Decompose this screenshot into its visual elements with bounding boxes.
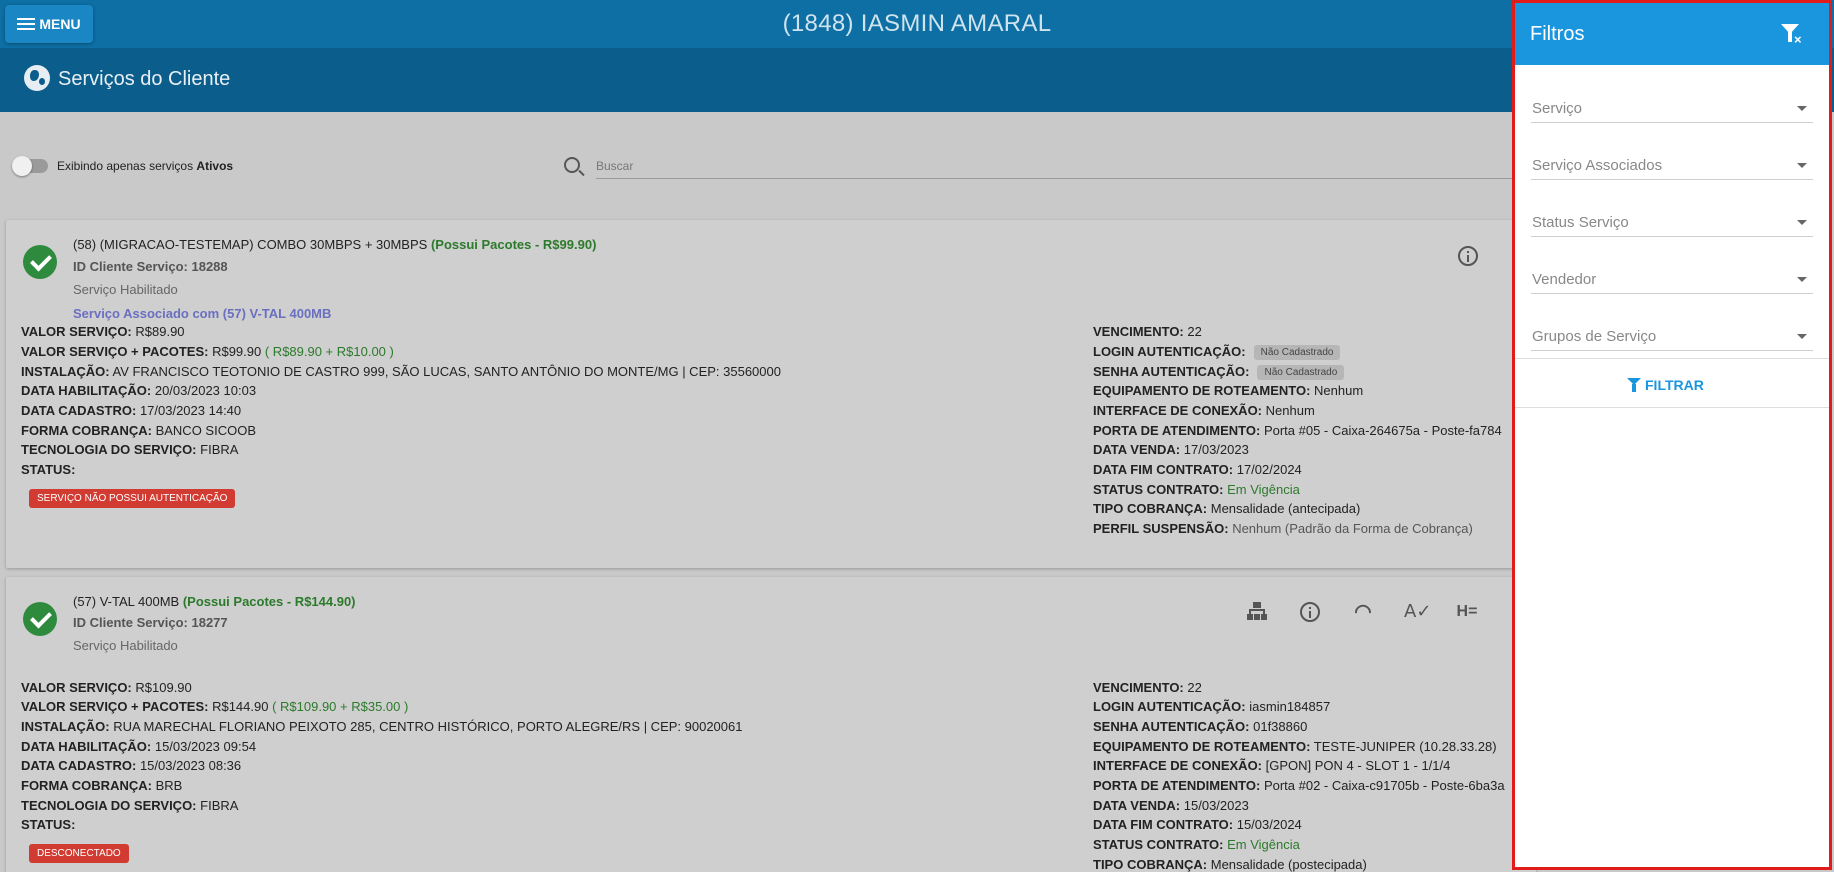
field-data-fim: DATA FIM CONTRATO: 17/02/2024 [1093,462,1302,477]
service-card: (57) V-TAL 400MB (Possui Pacotes - R$144… [6,577,1536,872]
heading-format-icon[interactable]: H= [1456,601,1478,623]
field-status: STATUS: [21,462,76,477]
field-data-habilitacao: DATA HABILITAÇÃO: 20/03/2023 10:03 [21,383,257,398]
field-login: LOGIN AUTENTICAÇÃO: Não Cadastrado [1093,344,1341,360]
check-circle-icon [23,602,57,636]
field-valor-servico: VALOR SERVIÇO: R$109.90 [21,680,192,695]
filter-panel-header: Filtros × [1515,3,1829,65]
field-interface: INTERFACE DE CONEXÃO: [GPON] PON 4 - SLO… [1093,758,1451,773]
field-equipamento: EQUIPAMENTO DE ROTEAMENTO: Nenhum [1093,383,1364,398]
service-card: (58) (MIGRACAO-TESTEMAP) COMBO 30MBPS + … [6,220,1536,568]
field-data-habilitacao: DATA HABILITAÇÃO: 15/03/2023 09:54 [21,739,257,754]
field-interface: INTERFACE DE CONEXÃO: Nenhum [1093,403,1315,418]
check-circle-icon [23,245,57,279]
field-valor-servico: VALOR SERVIÇO: R$89.90 [21,324,185,339]
field-forma-cobranca: FORMA COBRANÇA: BRB [21,778,183,793]
field-tipo-cobranca: TIPO COBRANÇA: Mensalidade (antecipada) [1093,501,1361,516]
info-icon[interactable] [1458,246,1478,266]
clear-filter-icon[interactable]: × [1779,22,1805,48]
select-servico-associados[interactable]: Serviço Associados [1531,148,1813,180]
field-porta: PORTA DE ATENDIMENTO: Porta #05 - Caixa-… [1093,423,1502,438]
toggle-label: Exibindo apenas serviços Ativos [57,159,234,173]
field-forma-cobranca: FORMA COBRANÇA: BANCO SICOOB [21,423,256,438]
field-data-venda: DATA VENDA: 15/03/2023 [1093,798,1249,813]
field-instalacao: INSTALAÇÃO: AV FRANCISCO TEOTONIO DE CAS… [21,364,781,379]
spellcheck-icon[interactable]: A✓ [1404,601,1431,623]
network-tree-icon[interactable] [1246,601,1268,623]
chevron-down-icon [1797,106,1807,111]
field-tecnologia: TECNOLOGIA DO SERVIÇO: FIBRA [21,442,239,457]
associated-service-link[interactable]: Serviço Associado com (57) V-TAL 400MB [73,306,331,321]
field-data-cadastro: DATA CADASTRO: 17/03/2023 14:40 [21,403,242,418]
chevron-down-icon [1797,334,1807,339]
field-tipo-cobranca: TIPO COBRANÇA: Mensalidade (postecipada) [1093,857,1367,872]
field-porta: PORTA DE ATENDIMENTO: Porta #02 - Caixa-… [1093,778,1505,793]
field-equipamento: EQUIPAMENTO DE ROTEAMENTO: TESTE-JUNIPER… [1093,739,1497,754]
field-data-venda: DATA VENDA: 17/03/2023 [1093,442,1249,457]
chevron-down-icon [1797,277,1807,282]
active-only-toggle[interactable] [12,156,48,176]
field-senha: SENHA AUTENTICAÇÃO: 01f38860 [1093,719,1308,734]
field-senha: SENHA AUTENTICAÇÃO: Não Cadastrado [1093,364,1345,380]
field-data-cadastro: DATA CADASTRO: 15/03/2023 08:36 [21,758,242,773]
status-badge: SERVIÇO NÃO POSSUI AUTENTICAÇÃO [29,489,236,508]
divider [1515,358,1829,359]
search-input[interactable] [596,153,1516,179]
field-data-fim: DATA FIM CONTRATO: 15/03/2024 [1093,817,1302,832]
select-status-servico[interactable]: Status Serviço [1531,205,1813,237]
divider [1515,407,1829,408]
chevron-down-icon [1797,220,1807,225]
field-status-contrato: STATUS CONTRATO: Em Vigência [1093,482,1300,497]
field-vencimento: VENCIMENTO: 22 [1093,680,1202,695]
select-servico[interactable]: Serviço [1531,91,1813,123]
field-login: LOGIN AUTENTICAÇÃO: iasmin184857 [1093,699,1331,714]
service-status: Serviço Habilitado [73,638,178,653]
status-badge: DESCONECTADO [29,844,129,863]
chevron-down-icon [1797,163,1807,168]
filter-panel: Filtros × Serviço Serviço Associados Sta… [1512,0,1832,870]
service-id: ID Cliente Serviço: 18277 [73,615,228,630]
funnel-icon [1627,378,1641,392]
field-valor-pacotes: VALOR SERVIÇO + PACOTES: R$144.90 ( R$10… [21,699,409,714]
field-vencimento: VENCIMENTO: 22 [1093,324,1202,339]
field-status: STATUS: [21,817,76,832]
service-status: Serviço Habilitado [73,282,178,297]
service-title: (57) V-TAL 400MB (Possui Pacotes - R$144… [73,594,356,609]
page-title: Serviços do Cliente [58,68,231,90]
filter-panel-title: Filtros [1530,23,1585,45]
field-valor-pacotes: VALOR SERVIÇO + PACOTES: R$99.90 ( R$89.… [21,344,394,359]
select-vendedor[interactable]: Vendedor [1531,262,1813,294]
service-title: (58) (MIGRACAO-TESTEMAP) COMBO 30MBPS + … [73,237,597,252]
wifi-icon[interactable]: ◠ [1352,601,1374,623]
globe-icon [24,65,50,91]
field-perfil-suspensao: PERFIL SUSPENSÃO: Nenhum (Padrão da Form… [1093,521,1473,536]
select-grupos-servico[interactable]: Grupos de Serviço [1531,319,1813,351]
search-icon [564,157,580,173]
service-id: ID Cliente Serviço: 18288 [73,259,228,274]
info-icon[interactable] [1300,602,1320,622]
filter-button[interactable]: FILTRAR [1627,374,1704,396]
field-tecnologia: TECNOLOGIA DO SERVIÇO: FIBRA [21,798,239,813]
field-instalacao: INSTALAÇÃO: RUA MARECHAL FLORIANO PEIXOT… [21,719,743,734]
field-status-contrato: STATUS CONTRATO: Em Vigência [1093,837,1300,852]
